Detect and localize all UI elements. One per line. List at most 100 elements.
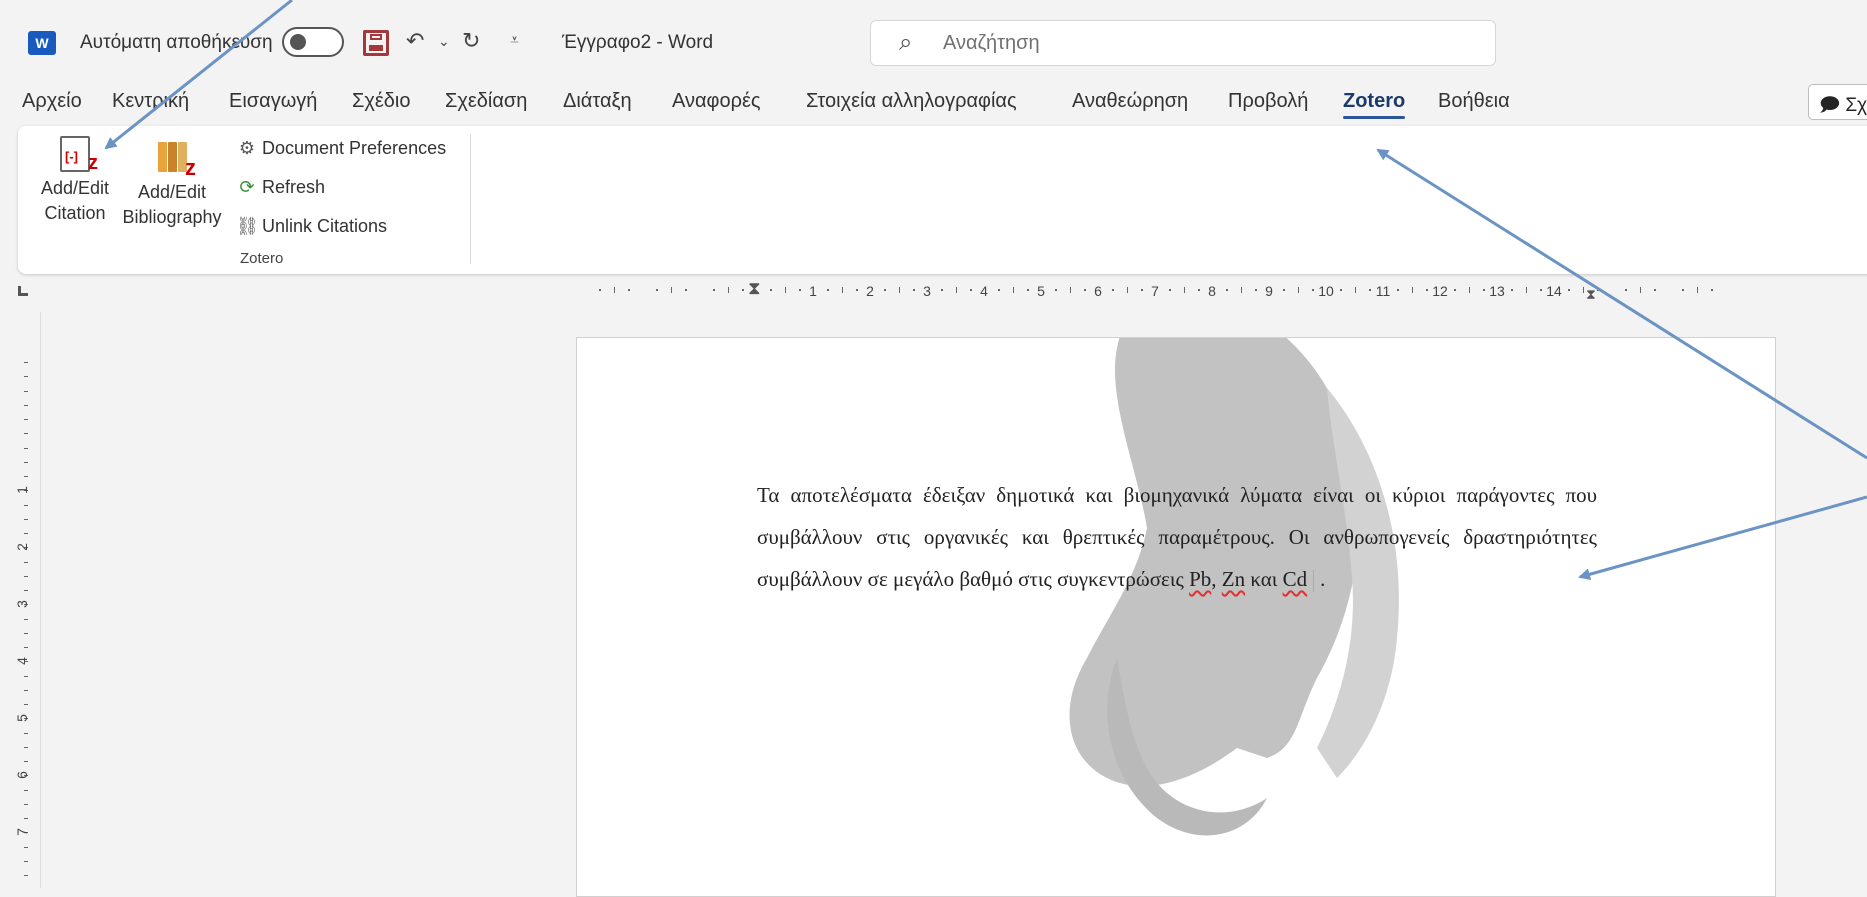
unlink-citations-button[interactable]: ⛓ Unlink Citations [236, 216, 387, 237]
ruler-tick [24, 590, 28, 591]
ruler-tick [613, 287, 615, 293]
ruler-tick [1710, 289, 1713, 291]
autosave-toggle[interactable] [282, 27, 344, 57]
tab-references[interactable]: Αναφορές [672, 90, 761, 113]
save-icon[interactable] [363, 30, 389, 56]
paragraph-text: Τα αποτελέσματα έδειξαν δημοτικά και βιο… [757, 483, 1597, 591]
ruler-tick [24, 419, 28, 420]
ruler-number: 2 [13, 543, 30, 551]
ruler-tick [24, 875, 28, 876]
tab-zotero[interactable]: Zotero [1343, 90, 1406, 119]
ruler-tick [1069, 287, 1071, 293]
tab-insert[interactable]: Εισαγωγή [229, 90, 317, 113]
ruler-tick [24, 461, 28, 463]
undo-icon[interactable]: ↶ [406, 26, 424, 56]
ruler-number: 3 [13, 600, 30, 608]
ruler-tick [1055, 289, 1058, 291]
ruler-tick [24, 404, 28, 406]
tab-design[interactable]: Σχεδίαση [445, 90, 527, 113]
add-edit-bibliography-line2: Bibliography [122, 207, 222, 227]
ruler-tick [24, 632, 28, 634]
ruler-number: 5 [1037, 283, 1045, 299]
ruler-number: 11 [1375, 283, 1391, 299]
separator-comma: , [1211, 567, 1222, 591]
ruler-number: 7 [1151, 283, 1159, 299]
ruler-number: 6 [13, 771, 30, 779]
unlink-citations-label: Unlink Citations [262, 216, 388, 236]
gear-icon: ⚙ [238, 138, 256, 158]
ruler-number: 12 [1432, 283, 1448, 299]
ruler-number: 9 [1265, 283, 1273, 299]
ruler-number: 10 [1318, 283, 1334, 299]
ruler-tick [24, 647, 28, 648]
ruler-tick [1169, 289, 1172, 291]
ruler-tick [1397, 289, 1400, 291]
left-indent-marker[interactable]: ⧗ [748, 278, 761, 299]
ruler-tick [24, 860, 28, 862]
tab-home[interactable]: Κεντρική [112, 90, 189, 113]
ruler-number: 5 [13, 714, 30, 722]
ruler-tick [1112, 289, 1115, 291]
add-edit-citation-button[interactable]: [-] z Add/Edit Citation [38, 136, 112, 226]
ribbon-panel: [-] z Add/Edit Citation z Add/Edit Biblio… [18, 126, 1867, 274]
autosave-label: Αυτόματη αποθήκευση [80, 32, 273, 53]
tab-file[interactable]: Αρχείο [22, 90, 82, 113]
add-edit-bibliography-button[interactable]: z Add/Edit Bibliography [120, 136, 224, 230]
document-paragraph[interactable]: Τα αποτελέσματα έδειξαν δημοτικά και βιο… [757, 474, 1597, 600]
ruler-tick [1411, 287, 1413, 293]
tab-mailings[interactable]: Στοιχεία αλληλογραφίας [806, 90, 1017, 113]
ruler-tick [1582, 287, 1584, 293]
search-box[interactable]: ⌕ Αναζήτηση [870, 20, 1496, 66]
ruler-tick [24, 533, 28, 534]
refresh-icon: ⟳ [239, 177, 255, 197]
ruler-tick [969, 289, 972, 291]
ruler-tick [24, 818, 28, 819]
ruler-tick [24, 476, 28, 477]
ruler-tick [1240, 287, 1242, 293]
redo-icon[interactable]: ↻ [462, 26, 480, 56]
ruler-tick [24, 675, 28, 677]
ruler-tick [912, 289, 915, 291]
ruler-tick [770, 289, 773, 291]
add-edit-bibliography-line1: Add/Edit [137, 182, 207, 202]
tab-layout[interactable]: Διάταξη [563, 90, 632, 113]
ruler-number: 4 [13, 657, 30, 665]
symbol-pb: Pb [1189, 567, 1212, 591]
ruler-tick [1682, 289, 1685, 291]
customize-qat-icon[interactable]: ⩡ [510, 26, 519, 56]
ruler-tick [24, 376, 28, 378]
period: . [1320, 567, 1326, 591]
refresh-button[interactable]: ⟳ Refresh [236, 177, 325, 198]
ruler-tick [1354, 287, 1356, 293]
ruler-number: 7 [13, 828, 30, 836]
ruler-tick [24, 689, 28, 691]
toggle-knob [290, 34, 306, 50]
undo-dropdown-chevron-icon[interactable]: ⌄ [438, 26, 450, 56]
tab-review[interactable]: Αναθεώρηση [1072, 90, 1188, 113]
ruler-tick [656, 289, 659, 291]
ruler-tick [24, 746, 28, 748]
tab-draw[interactable]: Σχέδιο [352, 90, 410, 113]
document-page[interactable]: Τα αποτελέσματα έδειξαν δημοτικά και βιο… [576, 337, 1776, 897]
tab-view[interactable]: Προβολή [1228, 90, 1308, 113]
ruler-number: 2 [866, 283, 874, 299]
right-indent-marker[interactable]: ⧗ [1586, 286, 1596, 303]
ruler-number: 1 [809, 283, 817, 299]
document-title: Έγγραφο2 - Word [562, 32, 714, 53]
ribbon-group-label: Zotero [240, 250, 284, 267]
title-bar: W Αυτόματη αποθήκευση ↶ ⌄ ↻ ⩡ Έγγραφο2 -… [0, 0, 1867, 86]
horizontal-ruler[interactable]: ⧗ ⧗ 1 2 3 4 5 6 7 8 9 10 11 12 13 14 [578, 278, 1778, 303]
ruler-tick [741, 289, 744, 291]
ruler-tick [599, 289, 602, 291]
ruler-tick [955, 287, 957, 293]
ruler-tick [727, 287, 729, 293]
ruler-tick [24, 561, 28, 563]
tab-stop-selector[interactable] [18, 286, 28, 296]
ruler-number: 3 [923, 283, 931, 299]
conjunction-and: και [1245, 567, 1283, 591]
ruler-tick [1482, 289, 1485, 291]
ruler-tick [1026, 289, 1029, 291]
ruler-tick [1183, 287, 1185, 293]
document-preferences-button[interactable]: ⚙ Document Preferences [236, 138, 446, 159]
tab-help[interactable]: Βοήθεια [1438, 90, 1510, 113]
